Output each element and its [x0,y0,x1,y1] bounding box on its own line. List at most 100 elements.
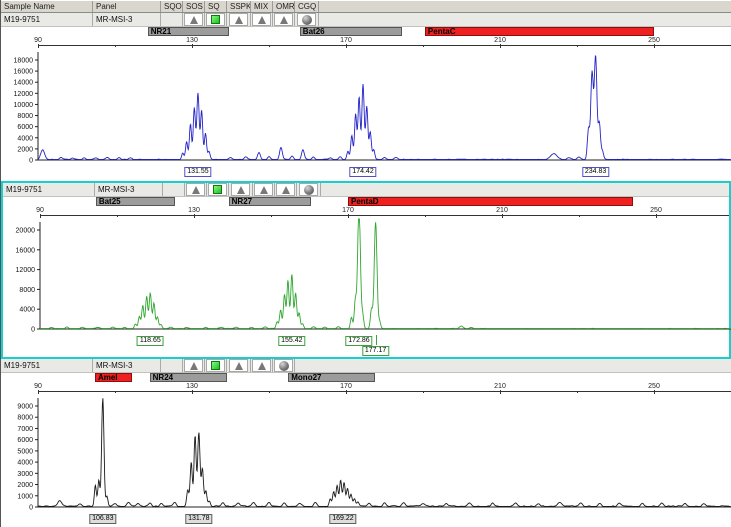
x-tick-label: 170 [342,207,354,214]
svg-text:4000: 4000 [17,460,33,467]
flag-cell-sq[interactable] [205,13,227,26]
column-header-sqo[interactable]: SQO [161,1,183,12]
peak-size-label[interactable]: 174.42 [349,167,377,177]
peak-size-label[interactable]: 118.65 [136,336,164,346]
column-header-sos[interactable]: SOS [183,1,205,12]
peak-size-label[interactable]: 155.42 [278,336,306,346]
peak-size-label[interactable]: 177.17 [361,346,390,356]
ruler-line [38,391,731,392]
plot-area[interactable]: 0 4000 8000 12000 16000 20000 [3,218,731,335]
gray-triangle-glyph [234,15,243,24]
trace-svg: 0 1000 2000 3000 4000 5000 6000 7000 8000 9000 [17,398,731,512]
column-header-filler [319,1,731,12]
x-tick-minor [117,215,118,217]
green-square-icon [206,13,225,26]
sample-name-cell[interactable]: M19-9751 [1,13,93,26]
svg-text:8000: 8000 [19,287,35,294]
svg-text:18000: 18000 [14,58,34,65]
x-tick-minor [271,215,272,217]
quality-flags [161,359,295,372]
column-header-sample-name[interactable]: Sample Name [1,1,93,12]
flag-cell-cgq[interactable] [297,183,321,196]
green-square-glyph [213,185,222,194]
trace-svg: 0 4000 8000 12000 16000 20000 [16,218,731,334]
panel-name-cell[interactable]: MR-MSI-3 [95,183,163,196]
sample-name-cell[interactable]: M19-9751 [3,183,95,196]
column-header-mix[interactable]: MIX [251,1,273,12]
flag-cell-sspk[interactable] [227,359,251,372]
svg-text:3000: 3000 [17,471,33,478]
flag-cell-omr[interactable] [275,183,297,196]
flag-cell-sspk[interactable] [229,183,253,196]
flag-cell-omr[interactable] [273,359,295,372]
svg-text:20000: 20000 [16,228,36,235]
selected-panel-outline: M19-9751 MR-MSI-3 Bat25 NR27 PentaD 90 130 1… [1,181,731,359]
column-header-omr[interactable]: OMR [273,1,295,12]
flag-cell-sspk[interactable] [227,13,251,26]
gray-triangle-glyph [189,361,198,370]
peak-size-label[interactable]: 106.83 [89,514,117,524]
flag-cell-sq[interactable] [207,183,229,196]
peak-size-label[interactable]: 131.55 [184,167,212,177]
flag-cell-omr[interactable] [273,13,295,26]
svg-text:7000: 7000 [17,426,33,433]
flag-cell-sos[interactable] [185,183,207,196]
peak-size-label[interactable]: 131.78 [185,514,213,524]
flag-cell-sqo[interactable] [161,359,183,372]
flag-cell-sqo[interactable] [163,183,185,196]
marker-bar-bat25: Bat25 [95,197,175,206]
plot-area[interactable]: 0 2000 4000 6000 8000 10000 12000 14000 16000 180… [1,48,731,166]
peak-size-label[interactable]: 172.86 [345,336,373,346]
gray-triangle-icon [231,183,250,196]
x-tick-label: 210 [496,207,508,214]
column-header-panel[interactable]: Panel [93,1,161,12]
sample-name-cell[interactable]: M19-9751 [1,359,93,372]
x-tick-label: 250 [648,37,660,44]
gray-triangle-icon [229,13,248,26]
plot-area[interactable]: 0 1000 2000 3000 4000 5000 6000 7000 8000 9000 [1,394,731,513]
svg-text:1000: 1000 [17,493,33,500]
green-square-glyph [211,361,220,370]
svg-text:16000: 16000 [16,247,36,254]
gray-triangle-icon [229,359,248,372]
x-tick-label: 90 [34,37,42,44]
sample-row[interactable]: M19-9751 MR-MSI-3 [1,13,731,27]
svg-text:0: 0 [29,505,33,512]
svg-text:12000: 12000 [14,91,34,98]
quality-flags [161,13,319,26]
marker-bar-amel: Amel [94,373,132,382]
gray-triangle-glyph [257,361,266,370]
sample-row[interactable]: M19-9751 MR-MSI-3 [3,183,729,197]
column-header-cgq[interactable]: CGQ [295,1,319,12]
x-tick-minor [579,215,580,217]
marker-bar-nr27: NR27 [228,197,312,206]
peak-labels-row: 118.65 155.42 172.86 177.17 [3,335,729,357]
svg-text:6000: 6000 [17,437,33,444]
flag-cell-mix[interactable] [253,183,275,196]
flag-cell-cgq[interactable] [295,13,319,26]
flag-cell-mix[interactable] [251,13,273,26]
flag-cell-sos[interactable] [183,359,205,372]
gray-triangle-icon [252,359,271,372]
gray-triangle-icon [186,183,205,196]
gray-triangle-glyph [191,185,200,194]
flag-cell-sos[interactable] [183,13,205,26]
peak-size-label[interactable]: 169.22 [329,514,357,524]
flag-cell-mix[interactable] [251,359,273,372]
panel-name-cell[interactable]: MR-MSI-3 [93,359,161,372]
column-header-sq[interactable]: SQ [205,1,227,12]
sample-row[interactable]: M19-9751 MR-MSI-3 [1,359,731,373]
marker-bar-pentad: PentaD [348,197,633,206]
peak-size-label[interactable]: 234.83 [581,167,610,177]
gray-triangle-glyph [259,185,268,194]
panel-name-cell[interactable]: MR-MSI-3 [93,13,161,26]
marker-bar-bat26: Bat26 [299,27,402,36]
flag-cell-sqo[interactable] [161,13,183,26]
x-tick-minor [115,45,116,47]
x-tick-minor [423,391,424,393]
x-tick-label: 130 [188,207,200,214]
svg-text:16000: 16000 [14,69,34,76]
peak-labels-row: 131.55 174.42 234.83 [1,166,731,181]
flag-cell-sq[interactable] [205,359,227,372]
column-header-sspk[interactable]: SSPK [227,1,251,12]
